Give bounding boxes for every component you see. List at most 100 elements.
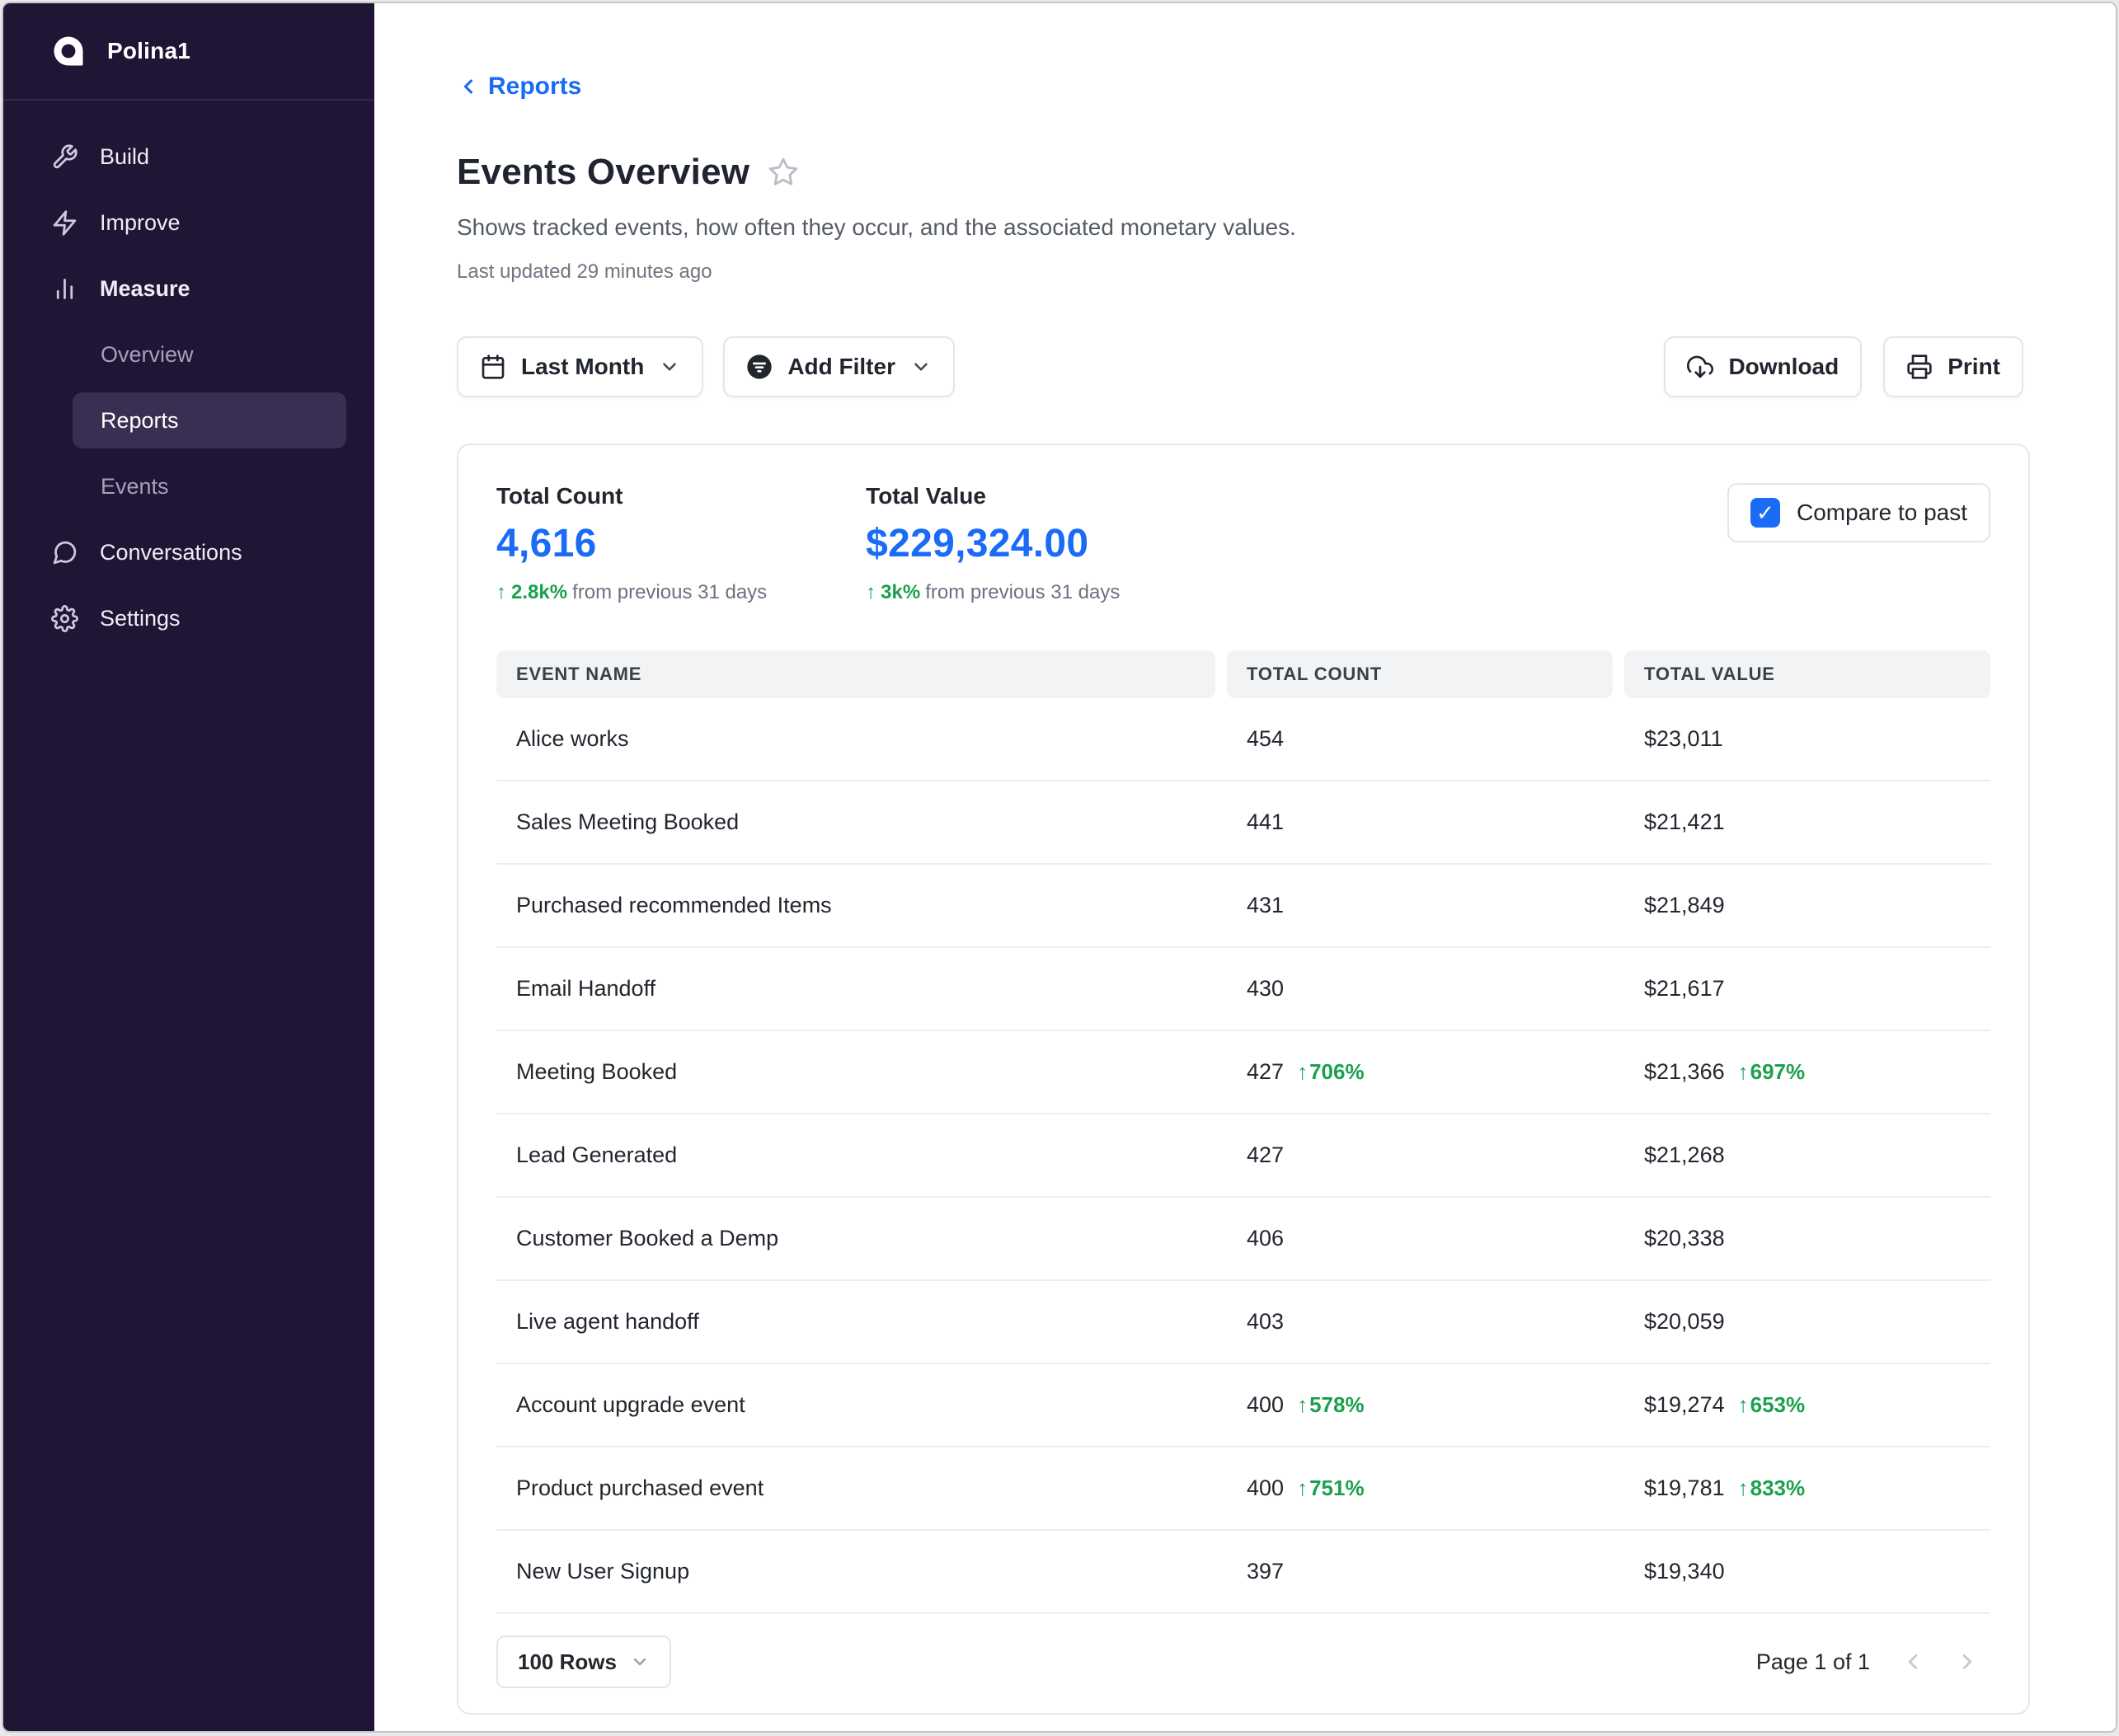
table-row: Account upgrade event 400 ↑578% $19,274 … (496, 1364, 1990, 1447)
value-value: $21,268 (1644, 1142, 1725, 1168)
download-button[interactable]: Download (1664, 336, 1862, 397)
value-value: $21,849 (1644, 893, 1725, 918)
table-row: Lead Generated 427 $21,268 (496, 1114, 1990, 1198)
trend-up-icon: ↑ (866, 581, 876, 604)
report-card: Total Count 4,616 ↑ 2.8k% from previous … (457, 443, 2030, 1715)
trend-up-icon: ↑ (1297, 1392, 1308, 1418)
sidebar-item-build[interactable]: Build (3, 124, 374, 190)
table-footer: 100 Rows Page 1 of 1 (496, 1614, 1990, 1713)
total-value-cell: $21,421 (1624, 781, 1990, 863)
sidebar-item-label: Conversations (100, 540, 242, 565)
total-value-cell: $19,340 (1624, 1531, 1990, 1612)
sidebar-item-settings[interactable]: Settings (3, 585, 374, 651)
back-to-reports-link[interactable]: Reports (457, 73, 581, 101)
value-value: $23,011 (1644, 726, 1723, 752)
column-header-event-name: EVENT NAME (496, 650, 1215, 698)
column-header-total-count: TOTAL COUNT (1227, 650, 1613, 698)
event-name-cell: Sales Meeting Booked (496, 781, 1215, 863)
trend-up-icon: ↑ (1738, 1476, 1749, 1501)
total-count-cell: 400 ↑578% (1227, 1364, 1613, 1446)
value-value: $21,366 (1644, 1059, 1725, 1085)
trend-up-icon: ↑ (1297, 1059, 1308, 1085)
previous-page-button[interactable] (1890, 1639, 1936, 1685)
event-name-cell: Account upgrade event (496, 1364, 1215, 1446)
date-range-dropdown[interactable]: Last Month (457, 336, 703, 397)
chevron-down-icon (910, 356, 932, 378)
chat-bubble-icon (51, 539, 78, 566)
total-count-cell: 454 (1227, 698, 1613, 780)
sidebar-nav: Build Improve Measure Overview Reports (3, 101, 374, 651)
event-name-cell: Customer Booked a Demp (496, 1198, 1215, 1279)
page-info: Page 1 of 1 (1756, 1649, 1870, 1675)
event-name-cell: Meeting Booked (496, 1031, 1215, 1113)
total-value-cell: $20,059 (1624, 1281, 1990, 1363)
table-row: Sales Meeting Booked 441 $21,421 (496, 781, 1990, 865)
rows-per-page-dropdown[interactable]: 100 Rows (496, 1635, 671, 1688)
sidebar: Polina1 Build Improve Measure (3, 3, 374, 1731)
table-row: Product purchased event 400 ↑751% $19,78… (496, 1447, 1990, 1531)
sidebar-item-label: Overview (101, 342, 194, 368)
total-count-value: 4,616 (496, 521, 767, 566)
value-value: $20,059 (1644, 1309, 1725, 1335)
printer-icon (1906, 354, 1933, 380)
total-count-cell: 427 (1227, 1114, 1613, 1196)
sidebar-item-improve[interactable]: Improve (3, 190, 374, 256)
total-count-cell: 403 (1227, 1281, 1613, 1363)
sidebar-item-conversations[interactable]: Conversations (3, 519, 374, 585)
total-value-stat: Total Value $229,324.00 ↑ 3k% from previ… (866, 483, 1120, 604)
total-count-cell: 431 (1227, 865, 1613, 946)
favorite-star-icon[interactable] (768, 157, 799, 188)
compare-to-past-toggle[interactable]: ✓ Compare to past (1727, 483, 1990, 542)
page-subtitle: Shows tracked events, how often they occ… (457, 214, 2023, 241)
sidebar-item-label: Build (100, 144, 149, 170)
total-value-cell: $23,011 (1624, 698, 1990, 780)
sidebar-item-label: Events (101, 474, 169, 500)
count-value: 454 (1247, 726, 1284, 752)
next-page-button[interactable] (1944, 1639, 1990, 1685)
column-header-total-value: TOTAL VALUE (1624, 650, 1990, 698)
value-value: $19,274 (1644, 1392, 1725, 1418)
download-cloud-icon (1687, 354, 1713, 380)
date-range-label: Last Month (521, 354, 644, 380)
trend-up-icon: ↑ (1738, 1059, 1749, 1085)
sidebar-item-overview[interactable]: Overview (3, 321, 374, 387)
total-value-cell: $20,338 (1624, 1198, 1990, 1279)
sidebar-item-measure[interactable]: Measure (3, 256, 374, 321)
toolbar: Last Month Add Filter Download Print (457, 336, 2023, 397)
total-count-cell: 430 (1227, 948, 1613, 1030)
sidebar-item-label: Measure (100, 276, 190, 302)
count-value: 400 (1247, 1476, 1284, 1501)
total-count-label: Total Count (496, 483, 767, 509)
count-value: 427 (1247, 1142, 1284, 1168)
main-content: Reports Events Overview Shows tracked ev… (374, 3, 2116, 1731)
chevron-left-icon (457, 75, 480, 98)
total-value-cell: $21,268 (1624, 1114, 1990, 1196)
total-value-value: $229,324.00 (866, 521, 1120, 566)
total-count-cell: 400 ↑751% (1227, 1447, 1613, 1529)
add-filter-label: Add Filter (787, 354, 895, 380)
add-filter-dropdown[interactable]: Add Filter (723, 336, 955, 397)
total-value-change: ↑ 3k% from previous 31 days (866, 581, 1120, 604)
count-change: ↑751% (1297, 1476, 1365, 1501)
sidebar-item-events[interactable]: Events (3, 453, 374, 519)
count-value: 431 (1247, 893, 1284, 918)
table-row: Email Handoff 430 $21,617 (496, 948, 1990, 1031)
table-row: Meeting Booked 427 ↑706% $21,366 ↑697% (496, 1031, 1990, 1114)
download-label: Download (1728, 354, 1839, 380)
print-button[interactable]: Print (1883, 336, 2023, 397)
count-value: 400 (1247, 1392, 1284, 1418)
table-header: EVENT NAME TOTAL COUNT TOTAL VALUE (496, 650, 1990, 698)
sidebar-item-reports[interactable]: Reports (73, 392, 346, 448)
event-name-cell: New User Signup (496, 1531, 1215, 1612)
checkbox-checked-icon[interactable]: ✓ (1750, 498, 1780, 528)
workspace-header[interactable]: Polina1 (3, 3, 374, 101)
total-count-cell: 427 ↑706% (1227, 1031, 1613, 1113)
total-value-label: Total Value (866, 483, 1120, 509)
count-value: 397 (1247, 1559, 1284, 1584)
rows-per-page-label: 100 Rows (518, 1649, 617, 1675)
event-name-cell: Lead Generated (496, 1114, 1215, 1196)
last-updated-text: Last updated 29 minutes ago (457, 260, 2023, 284)
sidebar-item-label: Improve (100, 210, 181, 236)
value-change: ↑653% (1738, 1392, 1806, 1418)
value-value: $20,338 (1644, 1226, 1725, 1251)
